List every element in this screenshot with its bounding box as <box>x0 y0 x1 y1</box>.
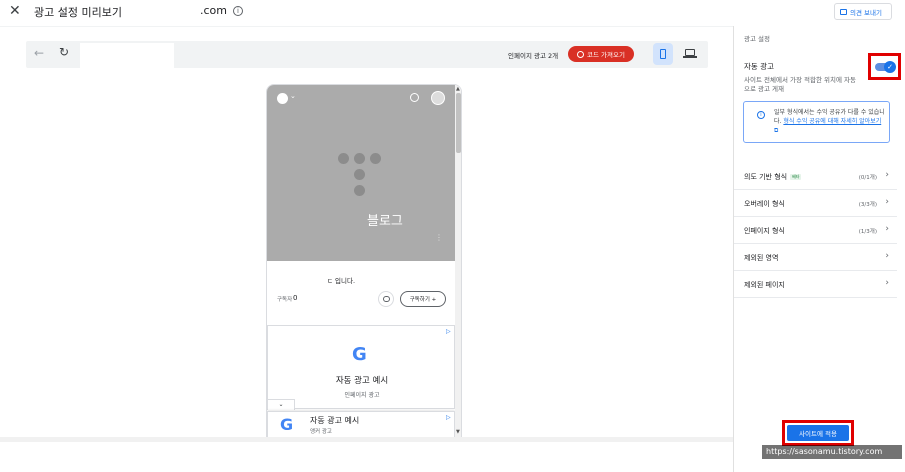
more-icon[interactable]: ⋮ <box>435 233 443 242</box>
info-icon: i <box>757 111 765 119</box>
blog-title: 블로그 <box>367 214 403 229</box>
code-icon <box>577 50 585 58</box>
preview-scrollbar[interactable]: ▲ ▼ <box>455 85 461 437</box>
section-excluded-pages[interactable]: 제외된 페이지 › <box>734 271 897 298</box>
section-count: (1/3개) <box>858 229 877 235</box>
feedback-icon <box>840 8 847 15</box>
anchor-ad-subtitle: 앵커 광고 <box>310 429 332 435</box>
section-label: 제외된 영역 <box>744 254 779 262</box>
anchor-collapse-button[interactable]: ⌄ <box>267 399 295 410</box>
chevron-right-icon: › <box>885 197 889 207</box>
ad-count-text: 인페이지 광고 2개 <box>508 52 559 60</box>
section-label: 제외된 페이지 <box>744 281 785 289</box>
external-link-icon[interactable]: ⧉ <box>774 127 778 134</box>
blog-hero: ⌄ 블로그 ⋮ <box>267 85 455 261</box>
scroll-down-icon[interactable]: ▼ <box>456 429 460 435</box>
subscribers-label: 구독자 <box>277 297 293 303</box>
avatar[interactable] <box>431 91 445 105</box>
anchor-ad-title: 자동 광고 예시 <box>310 416 360 425</box>
feedback-label: 의견 보내기 <box>850 8 882 17</box>
url-field[interactable] <box>80 43 174 68</box>
reload-icon[interactable]: ↻ <box>59 45 69 59</box>
check-icon: ✓ <box>884 61 896 73</box>
section-count: (3/3개) <box>858 202 877 208</box>
chat-button[interactable] <box>378 291 394 307</box>
blog-description: ㄷ 입니다. <box>327 277 356 285</box>
chevron-right-icon: › <box>885 224 889 234</box>
auto-ads-label: 자동 광고 <box>744 62 774 71</box>
phone-icon <box>660 49 666 59</box>
top-bar: ✕ 광고 설정 미리보기 .com i 의견 보내기 <box>0 0 905 26</box>
chevron-right-icon: › <box>885 251 889 261</box>
revenue-info-box: i 일부 형식에서는 수익 공유가 다를 수 있습니다. 형식 수익 공유에 대… <box>743 101 890 143</box>
subscribers-count: 0 <box>293 294 298 302</box>
inpage-ad-subtitle: 인페이지 광고 <box>344 392 380 399</box>
chevron-down-icon[interactable]: ⌄ <box>290 92 296 100</box>
get-code-label: 코드 가져오기 <box>587 51 625 59</box>
anchor-ad-example[interactable]: G 자동 광고 예시 앵커 광고 ▷ <box>267 411 455 437</box>
site-domain: .com <box>200 4 227 17</box>
search-icon[interactable] <box>410 93 419 102</box>
info-icon[interactable]: i <box>233 6 243 16</box>
apply-highlight: 사이트에 적용 <box>782 420 854 446</box>
scroll-thumb[interactable] <box>456 93 461 153</box>
get-code-button[interactable]: 코드 가져오기 <box>568 46 634 62</box>
scroll-up-icon[interactable]: ▲ <box>456 86 460 92</box>
section-count: (0/1개) <box>858 175 877 181</box>
inpage-ad-example[interactable]: ▷ G 자동 광고 예시 인페이지 광고 <box>267 325 455 409</box>
section-label: 의도 기반 형식 <box>744 173 788 181</box>
watermark-text: https://sasonamu.tistory.com <box>762 445 902 459</box>
desktop-view-button[interactable] <box>683 49 697 58</box>
auto-ads-toggle[interactable]: ✓ <box>868 53 901 80</box>
chat-icon <box>383 296 390 302</box>
adchoices-icon[interactable]: ▷ <box>446 328 451 335</box>
section-intent-formats[interactable]: 의도 기반 형식 베타 (0/1개) › <box>734 163 897 190</box>
inpage-ad-title: 자동 광고 예시 <box>335 376 389 386</box>
chevron-right-icon: › <box>885 170 889 180</box>
section-label: 인페이지 형식 <box>744 227 785 235</box>
close-icon[interactable]: ✕ <box>9 3 23 19</box>
section-overlay-formats[interactable]: 오버레이 형식 (3/3개) › <box>734 190 897 217</box>
section-label: 오버레이 형식 <box>744 200 785 208</box>
mobile-view-button[interactable] <box>653 43 673 65</box>
subscribe-button[interactable]: 구독하기 + <box>400 291 446 307</box>
feedback-button[interactable]: 의견 보내기 <box>834 3 892 20</box>
google-logo-icon: G <box>280 415 294 434</box>
adchoices-icon[interactable]: ▷ <box>446 414 451 421</box>
section-inpage-formats[interactable]: 인페이지 형식 (1/3개) › <box>734 217 897 244</box>
panel-title: 광고 설정 <box>744 35 770 43</box>
info-text-block: 일부 형식에서는 수익 공유가 다를 수 있습니다. 형식 수익 공유에 대해 … <box>774 108 886 135</box>
chevron-right-icon: › <box>885 278 889 288</box>
horizontal-scrollbar[interactable] <box>0 437 733 442</box>
preview-toolbar: ← ↻ 인페이지 광고 2개 코드 가져오기 <box>26 41 708 68</box>
beta-badge: 베타 <box>790 174 802 180</box>
google-logo-icon: G <box>352 344 367 365</box>
section-excluded-areas[interactable]: 제외된 영역 › <box>734 244 897 271</box>
info-link[interactable]: 형식 수익 공유에 대해 자세히 알아보기 <box>783 118 881 125</box>
auto-ads-description: 사이트 전체에서 가장 적합한 위치에 자동으로 광고 게재 <box>744 76 856 93</box>
mobile-preview: ⌄ 블로그 ⋮ ㄷ 입니다. 구독자 0 구독하기 + ▷ G 자동 광고 예시… <box>266 84 462 438</box>
blog-logo-icon[interactable] <box>277 93 288 104</box>
header-divider <box>0 26 733 27</box>
apply-to-site-button[interactable]: 사이트에 적용 <box>787 425 849 441</box>
page-title: 광고 설정 미리보기 <box>34 6 122 19</box>
back-arrow-icon[interactable]: ← <box>34 46 44 60</box>
